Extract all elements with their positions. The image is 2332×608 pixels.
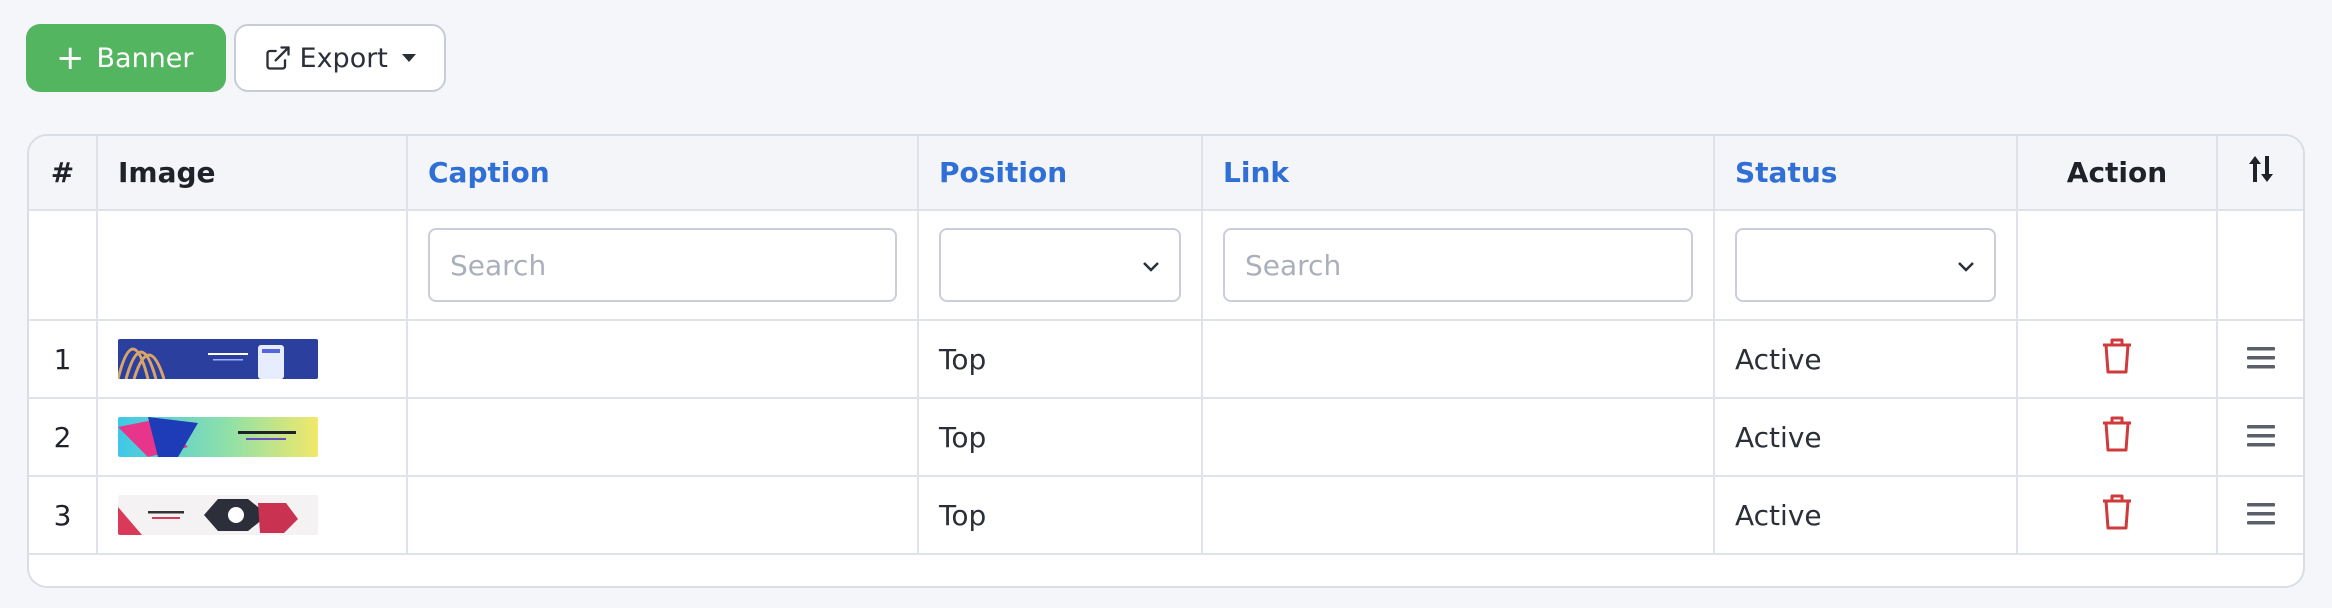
table-row: 2 Top Active bbox=[29, 398, 2303, 477]
row-drag-cell bbox=[2217, 476, 2303, 555]
table-row: 3 Top Active bbox=[29, 476, 2303, 555]
table-header-row: # Image Caption Position Link Status Act… bbox=[29, 136, 2303, 211]
sort-arrows-icon[interactable] bbox=[2248, 154, 2274, 184]
row-drag-cell bbox=[2217, 320, 2303, 399]
export-dropdown-button[interactable]: Export bbox=[233, 24, 446, 92]
column-header-sort[interactable] bbox=[2217, 136, 2303, 211]
toolbar: + Banner Export bbox=[26, 24, 446, 92]
drag-handle-icon[interactable] bbox=[2246, 424, 2275, 447]
caret-down-icon bbox=[401, 54, 416, 62]
row-caption bbox=[407, 398, 919, 477]
filter-cell-caption bbox=[407, 210, 919, 321]
status-filter-select[interactable] bbox=[1735, 228, 1996, 302]
row-status: Active bbox=[1714, 398, 2018, 477]
filter-cell-status bbox=[1714, 210, 2018, 321]
filter-cell-empty bbox=[2217, 210, 2303, 321]
add-banner-button[interactable]: + Banner bbox=[26, 24, 226, 92]
row-status: Active bbox=[1714, 320, 2018, 399]
banner-thumbnail[interactable] bbox=[118, 417, 318, 457]
filter-cell-position bbox=[918, 210, 1203, 321]
row-index: 3 bbox=[29, 476, 98, 555]
position-filter-select[interactable] bbox=[939, 228, 1181, 302]
add-banner-label: Banner bbox=[96, 42, 194, 74]
filter-cell-empty bbox=[2017, 210, 2218, 321]
row-position: Top bbox=[918, 476, 1203, 555]
column-header-status[interactable]: Status bbox=[1714, 136, 2018, 211]
export-label: Export bbox=[299, 42, 388, 74]
row-position: Top bbox=[918, 320, 1203, 399]
row-link bbox=[1202, 476, 1715, 555]
plus-icon: + bbox=[56, 38, 85, 78]
column-header-action: Action bbox=[2017, 136, 2218, 211]
link-search-input[interactable] bbox=[1223, 228, 1693, 302]
row-index: 2 bbox=[29, 398, 98, 477]
filter-cell-empty bbox=[97, 210, 408, 321]
drag-handle-icon[interactable] bbox=[2246, 502, 2275, 525]
external-link-icon bbox=[265, 46, 290, 70]
row-caption bbox=[407, 320, 919, 399]
row-link bbox=[1202, 398, 1715, 477]
table-row: 1 Top Active bbox=[29, 320, 2303, 399]
column-header-link[interactable]: Link bbox=[1202, 136, 1715, 211]
banner-table: # Image Caption Position Link Status Act… bbox=[27, 134, 2305, 588]
chevron-down-icon bbox=[1143, 262, 1159, 272]
trash-icon[interactable] bbox=[2101, 493, 2133, 531]
filter-cell-link bbox=[1202, 210, 1715, 321]
row-action-cell bbox=[2017, 398, 2218, 477]
row-caption bbox=[407, 476, 919, 555]
row-status: Active bbox=[1714, 476, 2018, 555]
table-filter-row bbox=[29, 210, 2303, 321]
row-action-cell bbox=[2017, 320, 2218, 399]
chevron-down-icon bbox=[1958, 262, 1974, 272]
banner-thumbnail[interactable] bbox=[118, 339, 318, 379]
drag-handle-icon[interactable] bbox=[2246, 346, 2275, 369]
trash-icon[interactable] bbox=[2101, 415, 2133, 453]
row-action-cell bbox=[2017, 476, 2218, 555]
trash-icon[interactable] bbox=[2101, 337, 2133, 375]
row-image-cell bbox=[97, 320, 408, 399]
row-image-cell bbox=[97, 398, 408, 477]
row-drag-cell bbox=[2217, 398, 2303, 477]
column-header-position[interactable]: Position bbox=[918, 136, 1203, 211]
column-header-index: # bbox=[29, 136, 98, 211]
caption-search-input[interactable] bbox=[428, 228, 897, 302]
banner-thumbnail[interactable] bbox=[118, 495, 318, 535]
row-index: 1 bbox=[29, 320, 98, 399]
row-link bbox=[1202, 320, 1715, 399]
row-position: Top bbox=[918, 398, 1203, 477]
filter-cell-empty bbox=[29, 210, 98, 321]
column-header-image: Image bbox=[97, 136, 408, 211]
row-image-cell bbox=[97, 476, 408, 555]
column-header-caption[interactable]: Caption bbox=[407, 136, 919, 211]
